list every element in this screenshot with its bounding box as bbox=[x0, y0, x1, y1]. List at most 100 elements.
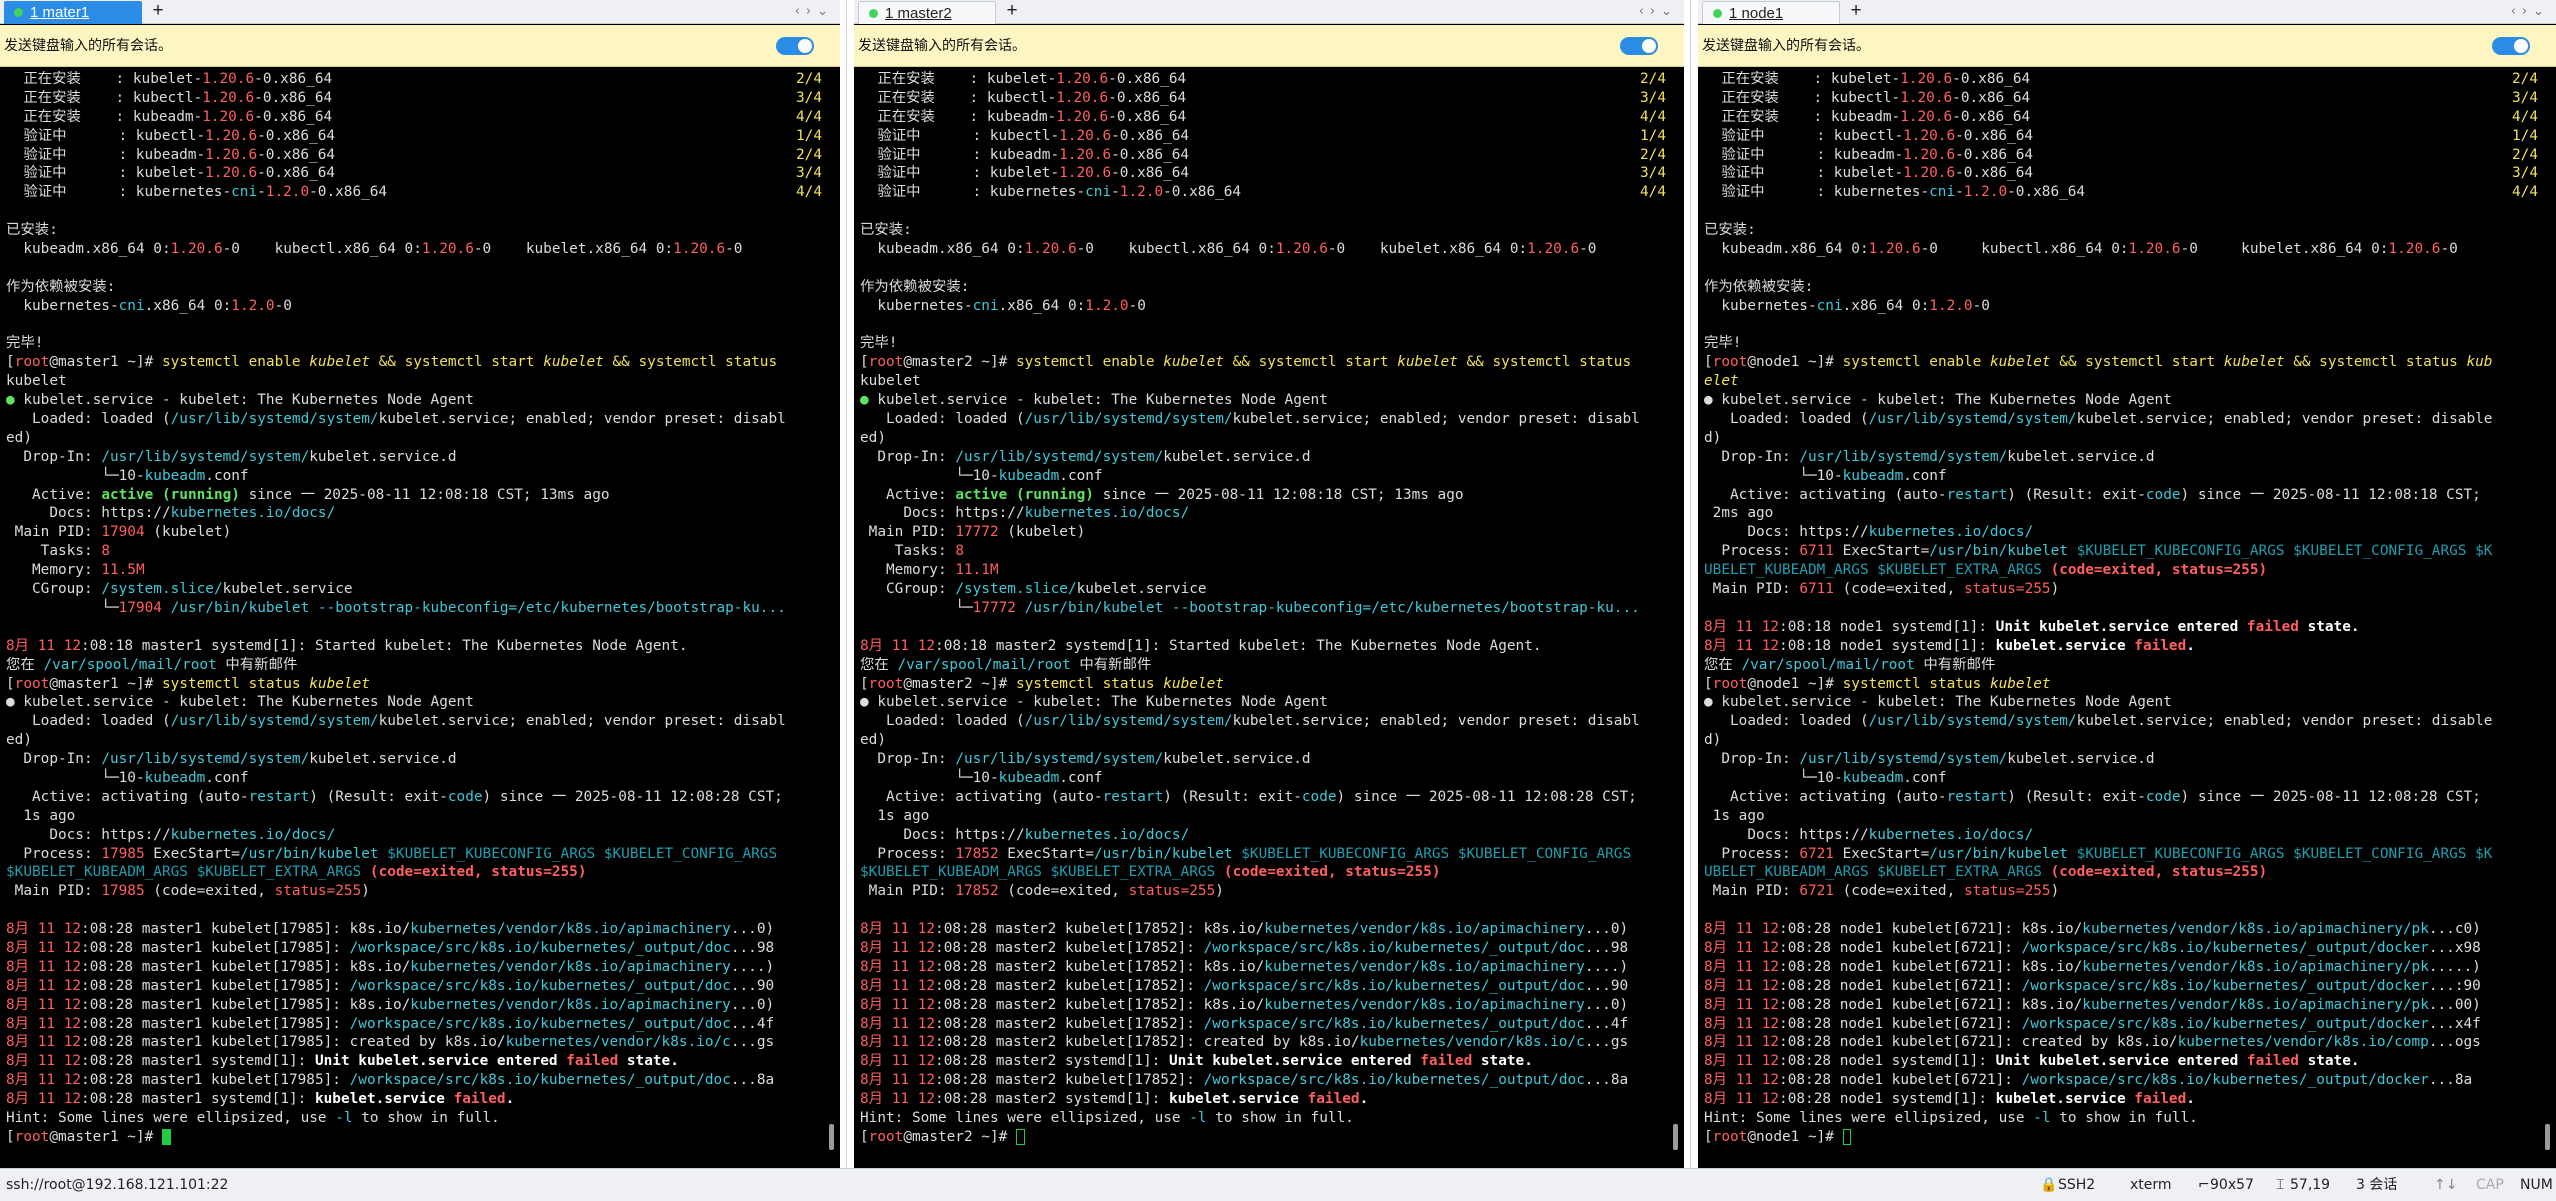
terminal-text: kubeadm bbox=[144, 769, 206, 786]
tab-mater1[interactable]: 1 mater1 bbox=[4, 1, 142, 24]
scrollbar[interactable] bbox=[1668, 68, 1684, 1168]
terminal-text: (code=exited, status=255) bbox=[1223, 864, 1441, 881]
terminal-text: 1.20.6 bbox=[202, 108, 255, 125]
terminal-text: -0.x86_64 bbox=[1111, 165, 1190, 182]
terminal-text: kubelet bbox=[2076, 411, 2138, 428]
terminal-line: 8月 11 12:08:28 master2 kubelet[17852]: k… bbox=[860, 958, 1668, 977]
terminal-cursor bbox=[1842, 1128, 1852, 1145]
terminal-text: Main PID: bbox=[1704, 581, 1800, 598]
terminal-text: 已安装: bbox=[6, 222, 58, 239]
terminal-text: /usr/lib/systemd/system/ bbox=[1799, 448, 2008, 465]
terminal-text: kubeadm bbox=[1842, 769, 1904, 786]
terminal-line: 8月 11 12:08:28 node1 systemd[1]: Unit ku… bbox=[1704, 1052, 2540, 1071]
terminal-pane-mater1[interactable]: 1 mater1 + ‹›⌄ 发送键盘输入的所有会话。 正在安装 : kubel… bbox=[0, 0, 840, 1168]
terminal-text: [ bbox=[860, 1128, 869, 1145]
terminal-text: kubernetes/vendor/k8s.io/apimachinery bbox=[410, 958, 731, 975]
terminal-line: 8月 11 12:08:18 master2 systemd[1]: Start… bbox=[860, 637, 1668, 656]
terminal-text: systemctl status bbox=[161, 675, 310, 692]
terminal-text: CGroup: bbox=[860, 581, 956, 598]
terminal-line: 8月 11 12:08:28 master1 kubelet[17985]: k… bbox=[6, 920, 824, 939]
terminal-text: kubernetes/vendor/k8s.io/c bbox=[505, 1034, 731, 1051]
new-tab-plus-icon[interactable]: + bbox=[1846, 0, 1866, 24]
terminal-text: kubelet.service bbox=[1076, 581, 1207, 598]
terminal-text: 8月 11 12 bbox=[1704, 1053, 1780, 1070]
terminal-text: Drop-In: bbox=[1704, 448, 1800, 465]
terminal-pane-master2[interactable]: 1 master2 + ‹›⌄ 发送键盘输入的所有会话。 正在安装 : kube… bbox=[854, 0, 1684, 1168]
terminal-line: Hint: Some lines were ellipsized, use -l… bbox=[860, 1109, 1668, 1128]
tab-nav-arrows-icon[interactable]: ‹›⌄ bbox=[1639, 0, 1678, 24]
status-bar: ssh://root@192.168.121.101:22 🔒 SSH2 xte… bbox=[0, 1168, 2556, 1201]
terminal-text: 8月 11 12 bbox=[1704, 637, 1780, 654]
terminal-pane-node1[interactable]: 1 node1 + ‹›⌄ 发送键盘输入的所有会话。 正在安装 : kubele… bbox=[1698, 0, 2556, 1168]
terminal-text: 您在 bbox=[860, 656, 898, 673]
terminal-text: 8月 11 12 bbox=[860, 1034, 936, 1051]
terminal-line: └─10-kubeadm.conf bbox=[6, 769, 824, 788]
terminal-text: kubelet bbox=[1989, 354, 2051, 371]
terminal-text: kubernetes.io/docs/ bbox=[170, 826, 336, 843]
terminal-text: Loaded: loaded ( bbox=[6, 411, 171, 428]
terminal-text: cni bbox=[118, 297, 145, 314]
terminal-text: failed bbox=[566, 1053, 619, 1070]
tab-nav-arrows-icon[interactable]: ‹›⌄ bbox=[2511, 0, 2550, 24]
terminal-text: kubernetes/vendor/k8s.io/apimachinery bbox=[410, 921, 731, 938]
terminal-line: 8月 11 12:08:18 node1 systemd[1]: kubelet… bbox=[1704, 637, 2540, 656]
terminal-text: code bbox=[2145, 486, 2181, 503]
terminal-text: -0.x86_64 bbox=[1108, 89, 1187, 106]
terminal-text: 1.20.6 bbox=[1059, 165, 1112, 182]
terminal-text: [ bbox=[1704, 354, 1713, 371]
terminal-text: 17772 bbox=[955, 524, 999, 541]
scrollbar-thumb[interactable] bbox=[829, 1124, 834, 1150]
terminal-text: .conf bbox=[205, 467, 249, 484]
terminal-text: 8月 11 12 bbox=[860, 1053, 936, 1070]
terminal-output[interactable]: 正在安装 : kubelet-1.20.6-0.x86_64 2/4 正在安装 :… bbox=[854, 68, 1668, 1168]
terminal-output[interactable]: 正在安装 : kubelet-1.20.6-0.x86_64 2/4 正在安装 :… bbox=[1698, 68, 2540, 1168]
terminal-text: . bbox=[505, 1091, 515, 1108]
scrollbar-thumb[interactable] bbox=[1673, 1124, 1678, 1150]
scrollbar[interactable] bbox=[824, 68, 840, 1168]
tab-node1[interactable]: 1 node1 bbox=[1702, 1, 1840, 24]
broadcast-toggle[interactable] bbox=[2492, 37, 2530, 55]
terminal-text: && systemctl status bbox=[1457, 354, 1632, 371]
session-count[interactable]: 3 会话 bbox=[2356, 1169, 2397, 1201]
scrollbar[interactable] bbox=[2540, 68, 2556, 1168]
terminal-text: $KUBELET_KUBEADM_ARGS $KUBELET_EXTRA_ARG… bbox=[6, 864, 362, 881]
new-tab-plus-icon[interactable]: + bbox=[1002, 0, 1022, 24]
terminal-output[interactable]: 正在安装 : kubelet-1.20.6-0.x86_64 2/4 正在安装 :… bbox=[0, 68, 824, 1168]
broadcast-toggle[interactable] bbox=[1620, 37, 1658, 55]
terminal-text: Hint: Some lines were ellipsized, use bbox=[860, 1109, 1190, 1126]
pane-splitter[interactable] bbox=[1684, 0, 1698, 1168]
terminal-line: [root@master1 ~]# systemctl enable kubel… bbox=[6, 353, 824, 372]
terminal-line: Process: 6721 ExecStart=/usr/bin/kubelet… bbox=[1704, 845, 2540, 864]
terminal-text: 正在安装 : kubeadm- bbox=[1704, 108, 1901, 125]
terminal-text: /workspace/src/k8s.io/kubernetes/_output… bbox=[349, 1072, 731, 1089]
terminal-line: └─10-kubeadm.conf bbox=[860, 467, 1668, 486]
terminal-text: ExecStart= bbox=[998, 845, 1094, 862]
terminal-text: kubelet bbox=[1397, 354, 1458, 371]
tab-master2[interactable]: 1 master2 bbox=[858, 1, 996, 24]
terminal-text: ) (Result: exit- bbox=[2007, 788, 2146, 805]
terminal-text: Docs: https:// bbox=[6, 826, 171, 843]
terminal-text: :08:18 node1 systemd[1]: bbox=[1779, 618, 1996, 635]
tab-nav-arrows-icon[interactable]: ‹›⌄ bbox=[795, 0, 834, 24]
scrollbar-thumb[interactable] bbox=[2545, 1124, 2550, 1150]
pane-splitter[interactable] bbox=[840, 0, 854, 1168]
protocol-label: SSH2 bbox=[2058, 1177, 2096, 1193]
terminal-line: 完毕! bbox=[1704, 334, 2540, 353]
terminal-text: failed bbox=[2246, 1053, 2299, 1070]
progress-marker: 3/4 bbox=[796, 165, 822, 182]
terminal-line: 8月 11 12:08:28 master2 kubelet[17852]: /… bbox=[860, 1015, 1668, 1034]
terminal-text: (code=exited, status=255) bbox=[2050, 864, 2268, 881]
terminal-text: kubelet.service; enabled; vendor preset:… bbox=[2076, 713, 2493, 730]
terminal-text: state. bbox=[2298, 618, 2360, 635]
new-tab-plus-icon[interactable]: + bbox=[148, 0, 168, 24]
terminal-text: root bbox=[1712, 354, 1748, 371]
session-arrows-icon[interactable]: ↑↓ bbox=[2434, 1169, 2457, 1201]
broadcast-toggle[interactable] bbox=[776, 37, 814, 55]
terminal-text: status=255 bbox=[1963, 883, 2051, 900]
terminal-text: 8 bbox=[101, 543, 110, 560]
terminal-text: ) bbox=[2050, 883, 2060, 900]
terminal-text: [ bbox=[6, 354, 15, 371]
terminal-text: 作为依赖被安装: bbox=[860, 278, 970, 295]
terminal-text: 中有新邮件 bbox=[1914, 656, 1996, 673]
